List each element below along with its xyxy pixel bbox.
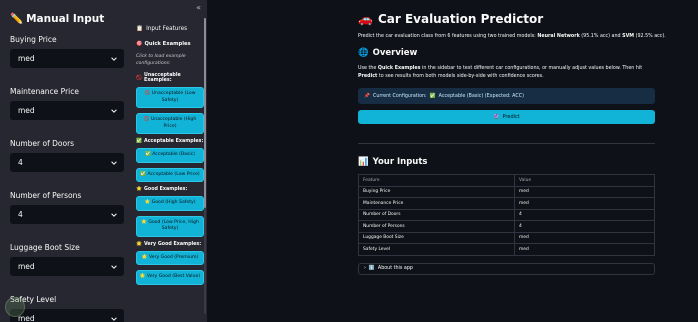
clipboard-icon: 📋 (136, 26, 144, 32)
field-label: Luggage Boot Size (10, 243, 80, 252)
table-row: Luggage Boot Size med (358, 231, 655, 244)
value-cell: med (514, 231, 655, 244)
main-content: 🚗 Car Evaluation Predictor Predict the c… (207, 0, 698, 322)
collapse-sidebar-icon[interactable]: « (196, 3, 201, 12)
quick-examples-heading: 🎯 Quick Examples (136, 41, 191, 47)
example-button[interactable]: ⭐ Good (High Safety) (136, 196, 204, 211)
current-configuration-info: 📌 Current Configuration: ✅ Acceptable (B… (358, 88, 655, 104)
inputs-table: Feature Value Buying Price med Maintenance… (358, 174, 655, 256)
select-buying-price[interactable]: med (10, 49, 124, 68)
field-label: Safety Level (10, 295, 57, 304)
feature-cell: Luggage Boot Size (358, 231, 515, 244)
chevron-right-icon: › (364, 266, 366, 271)
value-cell: med (514, 243, 655, 256)
glowing-star-icon: 🌟 (141, 254, 149, 260)
pin-icon: 📌 (364, 93, 370, 99)
glowing-star-icon: 🌟 (136, 241, 142, 247)
input-features-sidebar: « 📋 Input Features 🎯 Quick Examples Clic… (130, 0, 207, 322)
predict-button[interactable]: 🔮 Predict (358, 110, 655, 124)
field-label: Buying Price (10, 35, 57, 44)
select-number-of-doors[interactable]: 4 (10, 153, 124, 172)
chevron-down-icon (111, 316, 117, 321)
example-button[interactable]: ⭐ Good (Low Price, High Safety) (136, 215, 204, 237)
example-button[interactable]: ✅ Acceptable (Low Price) (136, 167, 204, 182)
glowing-star-icon: 🌟 (139, 274, 148, 279)
field-label: Number of Doors (10, 139, 75, 148)
no-entry-icon: 🚫 (144, 91, 152, 96)
example-button[interactable]: 🌟 Very Good (Premium) (136, 250, 204, 265)
chevron-down-icon (111, 264, 117, 269)
field-label: Number of Persons (10, 191, 82, 200)
table-row: Safety Level med (358, 243, 655, 256)
select-safety-level[interactable]: med (10, 309, 124, 322)
select-luggage-boot-size[interactable]: med (10, 257, 124, 276)
feature-cell: Buying Price (358, 185, 515, 198)
example-group-heading: 🚫 Unacceptable Examples: (136, 73, 181, 83)
about-expander[interactable]: › ℹ️ About this app (358, 262, 655, 275)
example-button[interactable]: 🚫 Unacceptable (High Price) (136, 113, 204, 134)
select-value: med (18, 106, 35, 115)
app-status-icon[interactable] (5, 297, 25, 317)
table-row: Maintenance Price med (358, 197, 655, 210)
feature-cell: Maintenance Price (358, 197, 515, 210)
example-button[interactable]: 🚫 Unacceptable (Low Safety) (136, 87, 204, 108)
overview-text: Use the Quick Examples in the sidebar to… (358, 66, 643, 79)
page-title: 🚗 Car Evaluation Predictor (358, 12, 544, 26)
car-icon: 🚗 (358, 12, 373, 26)
example-button[interactable]: ✅ Acceptable (Basic) (136, 148, 204, 163)
target-icon: 🎯 (136, 41, 143, 47)
info-icon: ℹ️ (368, 266, 375, 271)
overview-heading: 🌐 Overview (358, 48, 418, 58)
quick-examples-hint: Click to load example configurations: (136, 54, 186, 66)
feature-cell: Number of Doors (358, 208, 515, 221)
column-header: Value (514, 174, 655, 187)
feature-cell: Safety Level (358, 243, 515, 256)
select-value: med (18, 262, 35, 271)
example-button[interactable]: 🌟 Very Good (Best Value) (136, 270, 204, 285)
chart-icon: 📊 (358, 157, 369, 167)
pencil-icon: ✏️ (10, 13, 24, 25)
check-icon: ✅ (136, 139, 142, 144)
your-inputs-heading: 📊 Your Inputs (358, 157, 428, 167)
select-value: 4 (18, 158, 23, 167)
select-number-of-persons[interactable]: 4 (10, 205, 124, 224)
example-group-heading: ⭐ Good Examples: (136, 187, 188, 192)
table-header-row: Feature Value (358, 174, 655, 187)
column-header: Feature (358, 174, 515, 187)
sidebar-scrollbar-thumb[interactable] (204, 18, 206, 208)
star-icon: ⭐ (144, 200, 152, 205)
table-row: Number of Persons 4 (358, 220, 655, 233)
manual-input-sidebar: ✏️ Manual Input Buying Price med Maintenan… (0, 0, 130, 322)
check-icon: ✅ (429, 93, 436, 99)
chevron-down-icon (111, 160, 117, 165)
value-cell: med (514, 185, 655, 198)
chevron-down-icon (111, 56, 117, 61)
example-group-heading: 🌟 Very Good Examples: (136, 241, 202, 247)
chevron-down-icon (111, 108, 117, 113)
manual-input-title: ✏️ Manual Input (10, 12, 105, 26)
value-cell: 4 (514, 208, 655, 221)
table-row: Buying Price med (358, 185, 655, 198)
star-icon: ⭐ (136, 187, 142, 192)
select-maintenance-price[interactable]: med (10, 101, 124, 120)
globe-icon: 🌐 (358, 48, 369, 58)
no-entry-icon: 🚫 (136, 75, 142, 81)
example-group-heading: ✅ Acceptable Examples: (136, 139, 204, 144)
input-features-title: 📋 Input Features (136, 26, 188, 32)
predict-icon: 🔮 (493, 114, 500, 120)
table-row: Number of Doors 4 (358, 208, 655, 221)
feature-cell: Number of Persons (358, 220, 515, 233)
select-value: med (18, 54, 35, 63)
no-entry-icon: 🚫 (143, 117, 151, 122)
select-value: 4 (18, 210, 23, 219)
field-label: Maintenance Price (10, 87, 79, 96)
intro-text: Predict the car evaluation class from 6 … (358, 34, 666, 39)
divider (358, 143, 655, 144)
value-cell: med (514, 197, 655, 210)
chevron-down-icon (111, 212, 117, 217)
value-cell: 4 (514, 220, 655, 233)
